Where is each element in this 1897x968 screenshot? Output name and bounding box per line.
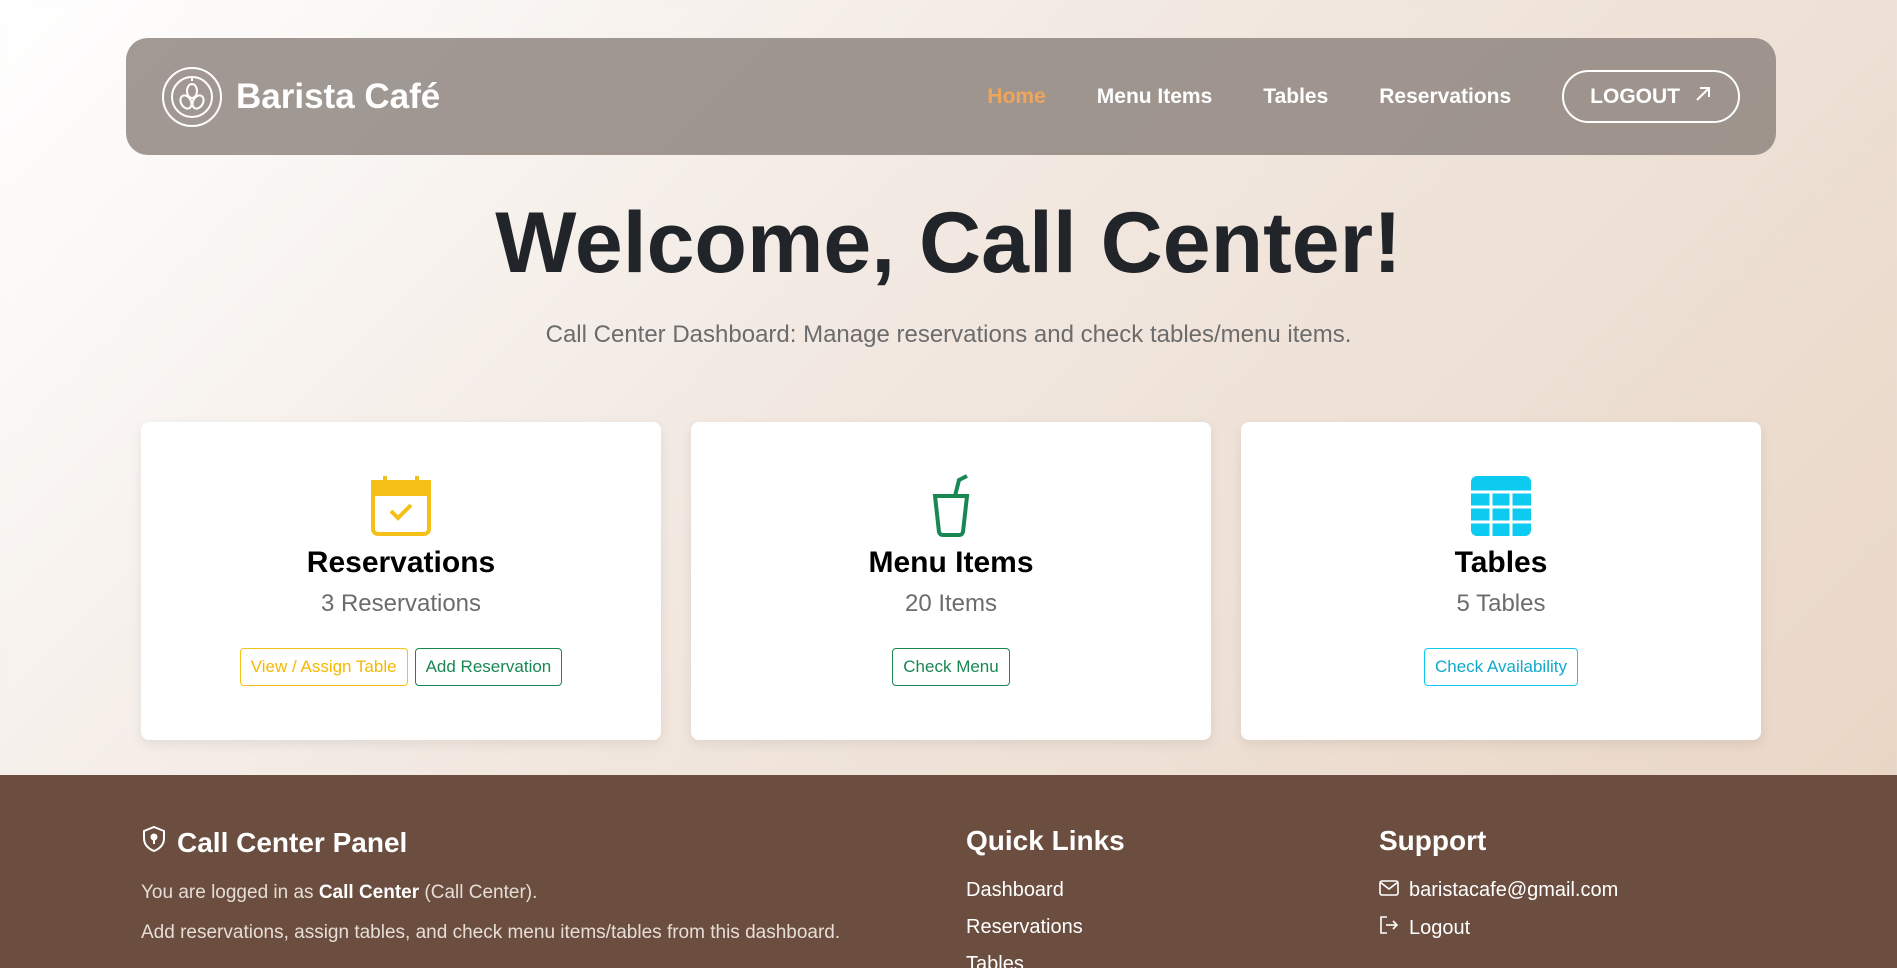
footer-quick-links: Quick Links Dashboard Reservations Table… <box>966 825 1125 968</box>
shield-icon <box>141 825 167 860</box>
card-title: Tables <box>1454 546 1548 579</box>
card-title: Reservations <box>306 546 496 579</box>
nav-links: Home Menu Items Tables Reservations LOGO… <box>987 70 1740 123</box>
support-logout-label: Logout <box>1409 916 1471 939</box>
support-logout-item[interactable]: Logout <box>1379 916 1618 940</box>
footer-panel: Call Center Panel You are logged in as C… <box>141 825 840 944</box>
coffee-beans-logo-icon <box>162 66 222 127</box>
card-actions: Check Availability <box>1424 648 1578 686</box>
navbar: Barista Café Home Menu Items Tables Rese… <box>126 38 1776 155</box>
nav-link-reservations[interactable]: Reservations <box>1379 85 1511 109</box>
cup-straw-icon <box>919 474 983 538</box>
logged-in-text: You are logged in as Call Center (Call C… <box>141 882 840 904</box>
check-menu-button[interactable]: Check Menu <box>892 648 1010 686</box>
page-title: Welcome, Call Center! <box>495 195 1402 291</box>
logout-button[interactable]: LOGOUT <box>1562 70 1740 123</box>
tables-card: Tables 5 Tables Check Availability <box>1241 422 1761 740</box>
footer-panel-title: Call Center Panel <box>177 826 408 858</box>
quick-link-tables[interactable]: Tables <box>966 953 1125 968</box>
quick-links-list: Dashboard Reservations Tables <box>966 879 1125 968</box>
check-availability-button[interactable]: Check Availability <box>1424 648 1578 686</box>
page-subtitle: Call Center Dashboard: Manage reservatio… <box>545 320 1352 348</box>
view-assign-table-button[interactable]: View / Assign Table <box>239 648 408 686</box>
brand[interactable]: Barista Café <box>162 66 441 127</box>
add-reservation-button[interactable]: Add Reservation <box>414 648 563 686</box>
hero: Welcome, Call Center! Call Center Dashbo… <box>0 196 1897 349</box>
logout-icon <box>1379 916 1399 940</box>
reservations-card: Reservations 3 Reservations View / Assig… <box>141 422 661 740</box>
calendar-check-icon <box>369 474 433 538</box>
card-count: 20 Items <box>904 590 998 617</box>
panel-description: Add reservations, assign tables, and che… <box>141 922 841 943</box>
card-actions: Check Menu <box>892 648 1010 686</box>
quick-link-dashboard[interactable]: Dashboard <box>966 879 1125 902</box>
card-actions: View / Assign Table Add Reservation <box>239 648 563 686</box>
footer-support: Support baristacafe@gmail.com Logout <box>1379 825 1618 954</box>
envelope-icon <box>1379 879 1399 902</box>
support-email: baristacafe@gmail.com <box>1409 879 1619 901</box>
brand-name: Barista Café <box>236 76 441 116</box>
nav-link-menu-items[interactable]: Menu Items <box>1097 85 1213 109</box>
card-title: Menu Items <box>868 546 1034 579</box>
support-title: Support <box>1379 825 1487 856</box>
nav-link-tables[interactable]: Tables <box>1263 85 1328 109</box>
logged-in-prefix: You are logged in as <box>141 882 319 903</box>
nav-link-home[interactable]: Home <box>987 85 1045 109</box>
menu-items-card: Menu Items 20 Items Check Menu <box>691 422 1211 740</box>
arrow-up-right-icon <box>1694 85 1712 109</box>
quick-link-reservations[interactable]: Reservations <box>966 916 1125 939</box>
card-count: 5 Tables <box>1456 590 1546 617</box>
logged-in-suffix: (Call Center). <box>419 882 538 903</box>
logged-in-user: Call Center <box>318 882 420 903</box>
support-email-item[interactable]: baristacafe@gmail.com <box>1379 879 1618 902</box>
card-count: 3 Reservations <box>320 590 482 617</box>
quick-links-title: Quick Links <box>966 825 1125 856</box>
logout-label: LOGOUT <box>1590 84 1680 108</box>
dashboard-cards: Reservations 3 Reservations View / Assig… <box>141 422 1761 740</box>
support-list: baristacafe@gmail.com Logout <box>1379 879 1618 940</box>
table-grid-icon <box>1469 474 1533 538</box>
footer: Call Center Panel You are logged in as C… <box>0 775 1897 968</box>
footer-panel-heading: Call Center Panel <box>141 825 840 860</box>
